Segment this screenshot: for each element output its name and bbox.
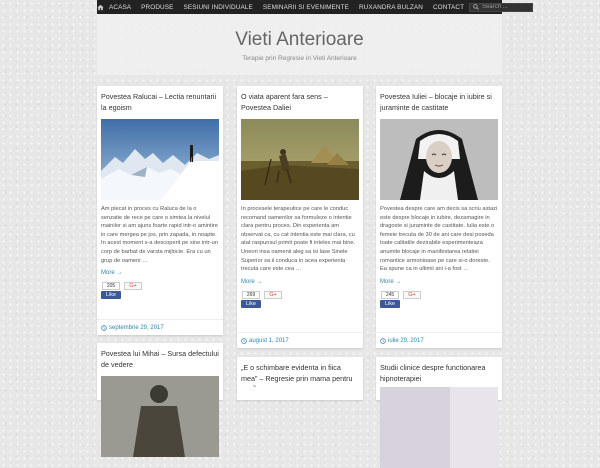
like-count: 245: [381, 290, 399, 299]
post-date-text[interactable]: iulie 29, 2017: [388, 338, 424, 344]
post-image-nun[interactable]: [380, 119, 498, 200]
nav-item-ruxandra-bulzan[interactable]: RUXANDRA BULZAN: [354, 4, 428, 11]
facebook-like-button[interactable]: Like: [241, 299, 261, 308]
post-excerpt: Am plecat in proces cu Raluca de la o se…: [101, 206, 218, 264]
post-title[interactable]: Povestea Ralucai – Lectia renuntarii la …: [97, 86, 223, 116]
top-nav-bar: ACASA PRODUSE SESIUNI INDIVIDUALE SEMINA…: [97, 0, 534, 14]
search-input[interactable]: [482, 4, 533, 10]
post-image-soldier[interactable]: [101, 376, 219, 457]
post-title[interactable]: O viata aparent fara sens – Povestea Dal…: [237, 86, 363, 116]
post-card: Povestea Iuliei – blocaje in iubire si j…: [376, 86, 502, 348]
post-excerpt: In procesele terapeutice pe care le cond…: [241, 206, 356, 273]
nav-item-contact[interactable]: CONTACT: [428, 4, 469, 11]
social-share: 245 Like G+: [376, 285, 502, 308]
post-date[interactable]: septembrie 29, 2017: [97, 319, 223, 335]
site-title[interactable]: Vieti Anterioare: [97, 29, 502, 51]
nav-item-seminarii[interactable]: SEMINARII SI EVENIMENTE: [258, 4, 354, 11]
more-link[interactable]: More →: [376, 274, 502, 285]
home-icon[interactable]: [97, 4, 104, 11]
nav-item-acasa[interactable]: ACASA: [104, 4, 136, 11]
like-count: 205: [102, 282, 120, 291]
facebook-like-widget: 245 Like: [380, 290, 400, 308]
post-image-clinic[interactable]: [380, 387, 498, 468]
post-title[interactable]: Povestea lui Mihai – Sursa defectului de…: [97, 343, 223, 373]
post-card: Studii clinice despre functionarea hipno…: [376, 357, 502, 468]
post-title[interactable]: „E o schimbare evidenta in fiica mea” – …: [237, 357, 363, 387]
nav-item-produse[interactable]: PRODUSE: [136, 4, 178, 11]
more-link[interactable]: More →: [237, 274, 363, 285]
site-header: Vieti Anterioare Terapie prin Regresie i…: [97, 14, 502, 75]
post-card: „E o schimbare evidenta in fiica mea” – …: [237, 357, 363, 400]
google-plus-button[interactable]: G+: [264, 290, 282, 299]
like-count: 269: [242, 290, 260, 299]
nav-item-sesiuni-individuale[interactable]: SESIUNI INDIVIDUALE: [178, 4, 257, 11]
post-image-mountains[interactable]: [101, 119, 219, 200]
post-image-field-painting[interactable]: [241, 119, 359, 200]
more-link[interactable]: More →: [97, 265, 223, 276]
social-share: 205 Like G+: [97, 276, 223, 300]
post-card: O viata aparent fara sens – Povestea Dal…: [237, 86, 363, 348]
post-date[interactable]: iulie 29, 2017: [376, 332, 502, 348]
google-plus-button[interactable]: G+: [124, 282, 142, 291]
facebook-like-widget: 205 Like: [101, 282, 121, 300]
clock-icon: [380, 337, 386, 344]
site-tagline: Terapie prin Regresie in Vieti Anterioar…: [242, 55, 357, 62]
search-box: [469, 2, 534, 12]
post-title[interactable]: Povestea Iuliei – blocaje in iubire si j…: [376, 86, 502, 116]
post-date-text[interactable]: septembrie 29, 2017: [109, 325, 164, 331]
post-title[interactable]: Studii clinice despre functionarea hipno…: [376, 357, 502, 387]
clock-icon: [101, 324, 107, 331]
facebook-like-button[interactable]: Like: [380, 299, 400, 308]
post-date[interactable]: august 1, 2017: [237, 332, 363, 348]
social-share: 269 Like G+: [237, 285, 363, 308]
clock-icon: [241, 337, 247, 344]
facebook-like-button[interactable]: Like: [101, 291, 121, 300]
post-card: Povestea Ralucai – Lectia renuntarii la …: [97, 86, 223, 335]
search-icon: [473, 4, 479, 10]
facebook-like-widget: 269 Like: [241, 290, 261, 308]
google-plus-button[interactable]: G+: [403, 290, 421, 299]
post-excerpt: Povestea despre care am decis sa scriu a…: [380, 206, 498, 273]
post-card: Povestea lui Mihai – Sursa defectului de…: [97, 343, 223, 457]
post-date-text[interactable]: august 1, 2017: [249, 338, 289, 344]
